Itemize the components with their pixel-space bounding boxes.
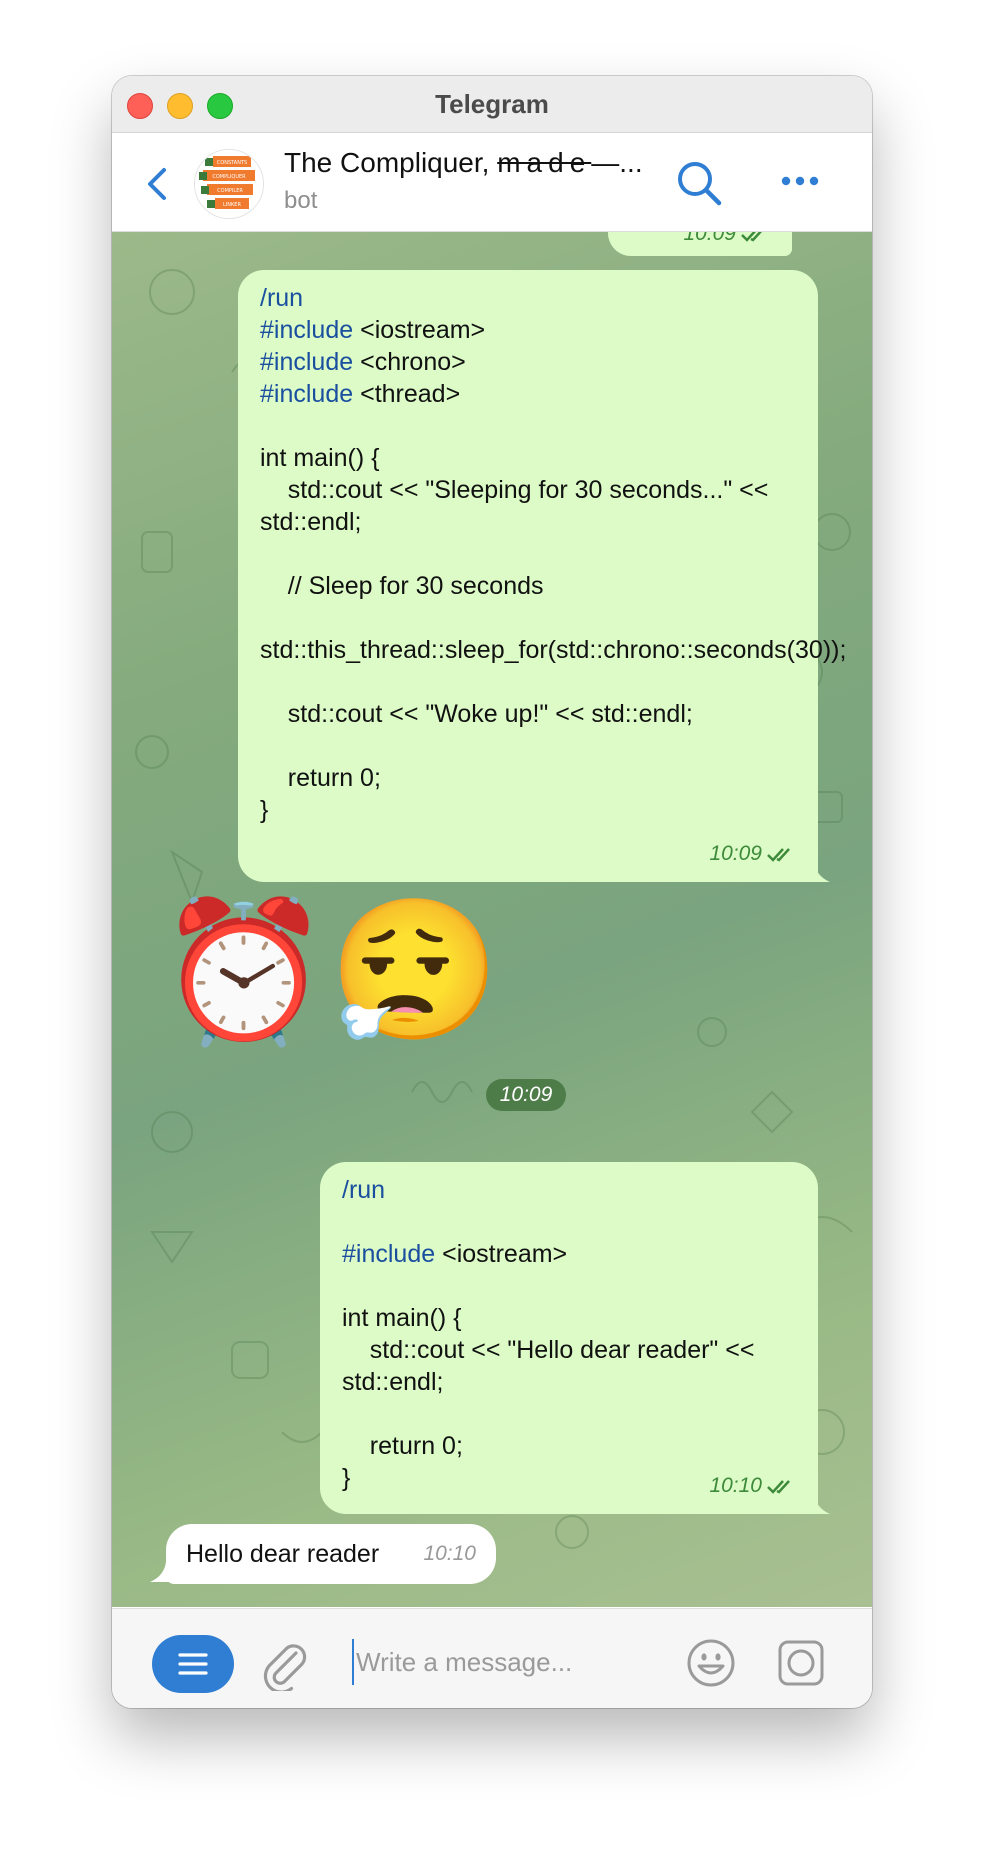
chat-title-text: The Compliquer, [284, 147, 498, 178]
chat-title-struck: made [497, 147, 592, 178]
emoji-icon[interactable] [686, 1638, 736, 1688]
message-time: 10:09 [683, 232, 736, 245]
record-video-icon[interactable] [776, 1638, 826, 1688]
avatar-label-compiler: COMPILER [217, 188, 243, 194]
more-icon[interactable] [780, 173, 820, 189]
message-input[interactable] [352, 1639, 686, 1685]
check-icon [767, 1480, 790, 1494]
bubble-tail [808, 862, 830, 882]
message-bubble-reply[interactable]: Hello dear reader 10:10 [166, 1524, 496, 1584]
menu-icon [178, 1653, 208, 1675]
reply-text: Hello dear reader [186, 1540, 380, 1568]
exhaling-face-emoji: 😮‍💨 [328, 895, 500, 1049]
message-bubble-run-hello[interactable]: /run #include <iostream> int main() { st… [320, 1162, 818, 1514]
reply-time: 10:10 [423, 1542, 476, 1565]
bot-logo: CONSTANTS COMPLIQUER COMPILER LINKER [195, 150, 263, 218]
run-command[interactable]: /run [342, 1174, 796, 1206]
chat-title-ellipsis: —... [591, 147, 643, 178]
include-header: <chrono> [360, 348, 466, 376]
bot-avatar[interactable]: CONSTANTS COMPLIQUER COMPILER LINKER [194, 149, 264, 219]
avatar-label-constants: CONSTANTS [217, 160, 247, 166]
time-separator-badge: 10:09 [486, 1079, 566, 1111]
message-composer [112, 1608, 872, 1708]
chat-subtitle: bot [284, 187, 318, 214]
bubble-tail [150, 1562, 172, 1582]
message-bubble-start[interactable]: /start 10:09 [608, 232, 792, 256]
run-command[interactable]: /run [260, 282, 796, 314]
message-meta: 10:09 [709, 838, 796, 870]
avatar-label-compliquer: COMPLIQUER [212, 174, 246, 180]
include-header: <thread> [360, 380, 461, 408]
include-line: #include <thread> [260, 378, 796, 410]
include-keyword[interactable]: #include [260, 316, 353, 344]
message-list[interactable]: /start 10:09 /run #include <iostream> #i… [112, 232, 872, 1607]
include-line: #include <iostream> [342, 1238, 796, 1270]
chat-header: CONSTANTS COMPLIQUER COMPILER LINKER The… [112, 133, 872, 232]
include-keyword[interactable]: #include [260, 380, 353, 408]
include-keyword[interactable]: #include [260, 348, 353, 376]
check-icon [741, 232, 762, 242]
message-bubble-run-sleep[interactable]: /run #include <iostream> #include <chron… [238, 270, 847, 882]
include-line: #include <chrono> [260, 346, 796, 378]
attach-icon[interactable] [262, 1639, 308, 1691]
emoji-reply[interactable]: ⏰ 😮‍💨 [158, 892, 500, 1052]
avatar-label-linker: LINKER [223, 202, 241, 208]
message-time: 10:10 [709, 1474, 762, 1497]
message-time: 10:09 [709, 842, 762, 865]
start-command[interactable]: /start [628, 232, 684, 240]
code-body: int main() { std::cout << "Sleeping for … [260, 444, 847, 824]
back-icon[interactable] [146, 167, 168, 201]
code-body: int main() { std::cout << "Hello dear re… [342, 1304, 755, 1492]
telegram-window: Telegram CONSTANTS COMPLIQUER COMPILER L… [112, 76, 872, 1708]
title-bar: Telegram [112, 76, 872, 133]
chat-title[interactable]: The Compliquer, made—... [284, 147, 674, 183]
message-meta: 10:10 [709, 1470, 796, 1502]
search-icon[interactable] [675, 159, 723, 207]
include-header: <iostream> [442, 1240, 568, 1268]
include-keyword[interactable]: #include [342, 1240, 435, 1268]
include-line: #include <iostream> [260, 314, 796, 346]
bubble-tail [808, 1494, 830, 1514]
window-title: Telegram [435, 89, 549, 119]
bot-menu-button[interactable] [152, 1635, 234, 1693]
check-icon [767, 848, 790, 862]
alarm-clock-emoji: ⏰ [158, 895, 330, 1049]
message-meta: 10:09 [683, 232, 770, 250]
include-header: <iostream> [360, 316, 486, 344]
